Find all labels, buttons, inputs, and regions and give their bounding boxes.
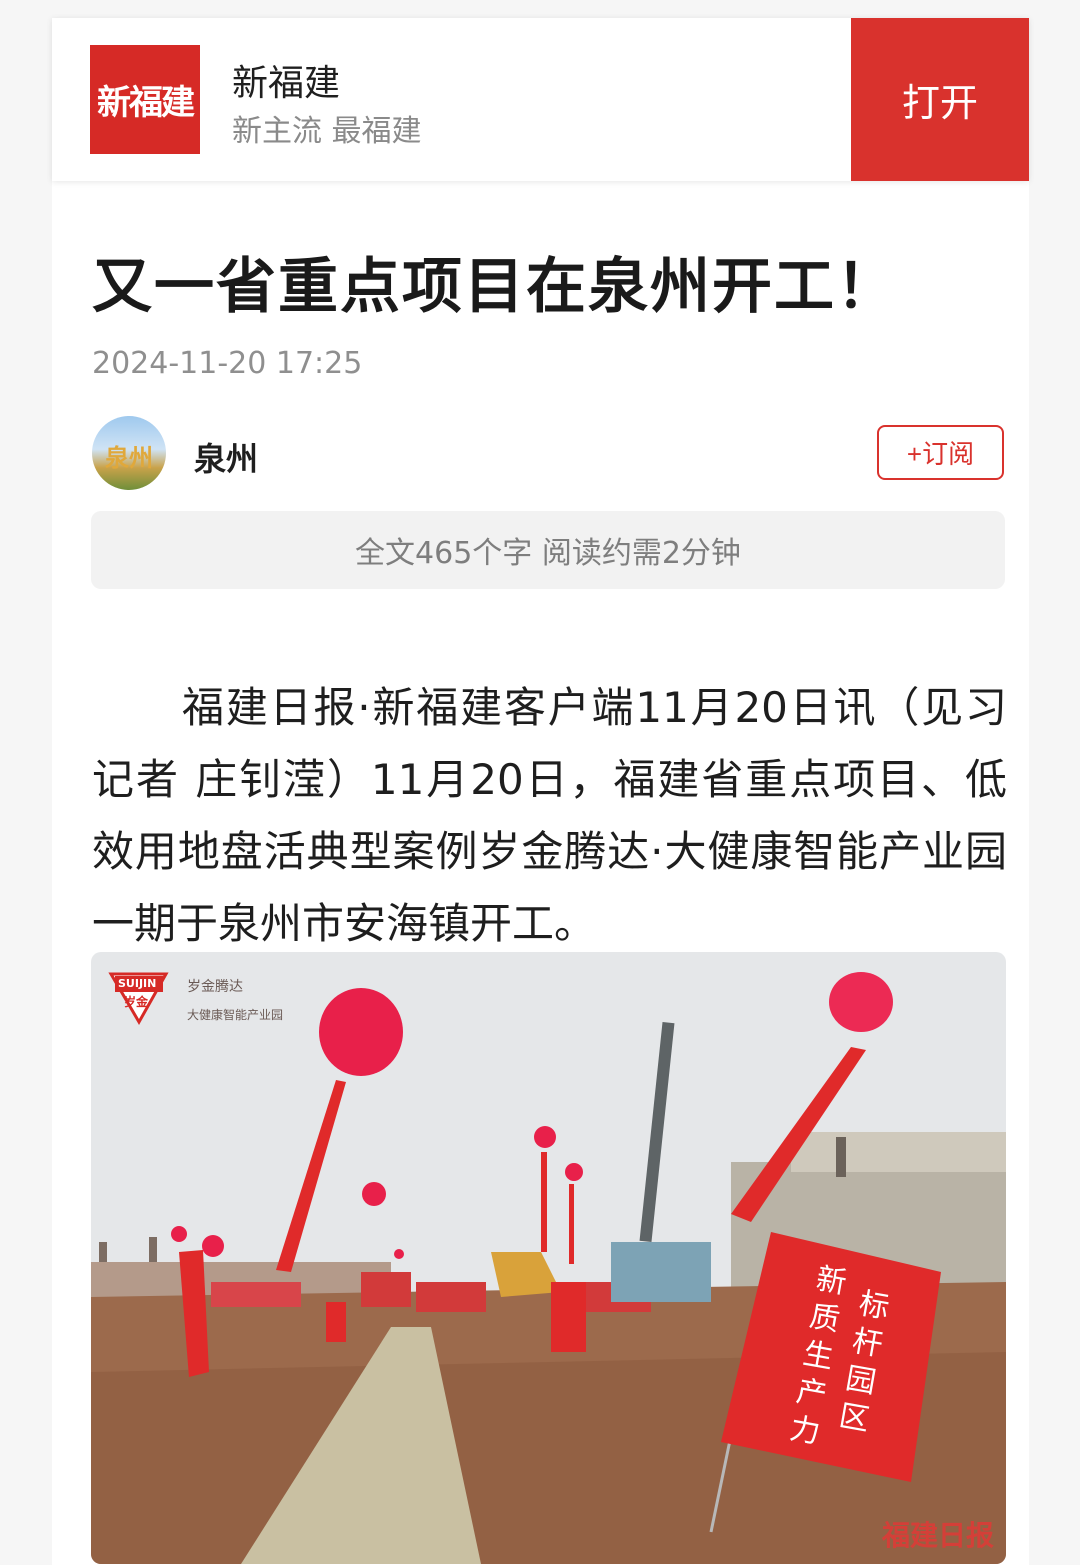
article-paragraph: 福建日报·新福建客户端11月20日讯（见习记者 庄钊滢）11月20日，福建省重点… — [92, 683, 1007, 948]
subscribe-button[interactable]: +订阅 — [877, 425, 1004, 480]
page: 新福建 新福建 新主流 最福建 打开 又一省重点项目在泉州开工！ 2024-11… — [0, 0, 1080, 1565]
tent-2 — [416, 1282, 486, 1312]
corner-logo-subtitle: 大健康智能产业园 — [187, 1008, 284, 1022]
photo-illustration — [91, 952, 1006, 1564]
app-name: 新福建 — [232, 63, 341, 104]
publish-datetime: 2024-11-20 17:25 — [92, 346, 363, 381]
app-slogan: 新主流 最福建 — [232, 114, 422, 149]
corner-logo-badge: 岁金 — [124, 995, 149, 1009]
source-avatar[interactable]: 泉州 — [92, 416, 166, 490]
photo-watermark: 福建日报 — [881, 1519, 994, 1552]
article-photo[interactable]: SUIJIN 岁金 岁金腾达 大健康智能产业园 新质生产力 标杆园区 福建日报 — [91, 952, 1006, 1564]
avatar-text: 泉州 — [105, 443, 153, 472]
corner-logo-title: 岁金腾达 — [187, 979, 243, 995]
factory-roof — [791, 1132, 1006, 1172]
open-app-button[interactable]: 打开 — [851, 18, 1029, 181]
app-logo: 新福建 — [90, 45, 200, 154]
source-name[interactable]: 泉州 — [194, 434, 258, 480]
small-banner-2 — [326, 1302, 346, 1342]
small-banner-1 — [551, 1282, 586, 1352]
read-info-bar: 全文465个字 阅读约需2分钟 — [91, 511, 1005, 589]
stage-board-1 — [361, 1272, 411, 1307]
article-title: 又一省重点项目在泉州开工！ — [92, 252, 898, 322]
corner-logo-brand: SUIJIN — [118, 977, 157, 990]
factory-chimney — [836, 1137, 846, 1177]
read-info-text: 全文465个字 阅读约需2分钟 — [355, 536, 741, 571]
tent-1 — [211, 1282, 301, 1307]
app-download-banner[interactable]: 新福建 新福建 新主流 最福建 打开 — [52, 18, 1029, 181]
crane-body — [611, 1242, 711, 1302]
